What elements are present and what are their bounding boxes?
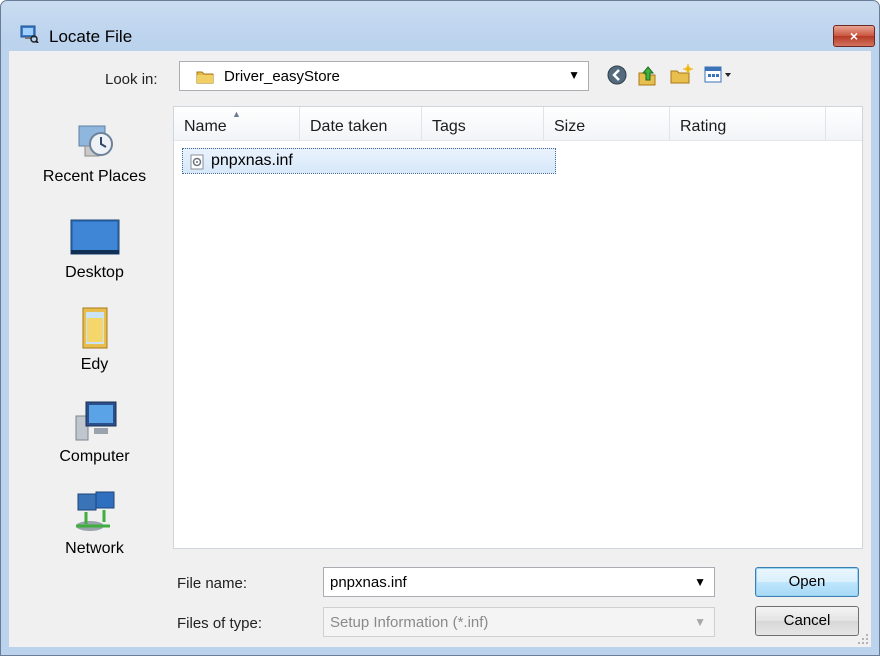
window-title: Locate File — [49, 27, 133, 46]
place-recent-places[interactable]: Recent Places — [17, 116, 172, 186]
column-header-filler — [826, 107, 862, 141]
resize-grip-icon[interactable] — [857, 633, 869, 645]
recent-places-icon — [78, 125, 113, 157]
folder-icon — [196, 71, 214, 84]
back-icon[interactable] — [605, 63, 629, 87]
close-button[interactable]: × — [833, 25, 875, 47]
place-label: Computer — [59, 448, 130, 465]
dialog-body: Look in: Driver_easyStore ▼ Recent Place… — [9, 51, 871, 647]
sort-ascending-icon: ▲ — [232, 109, 241, 119]
place-label: Network — [65, 540, 124, 557]
column-header-size[interactable]: Size — [544, 107, 670, 141]
place-desktop[interactable]: Desktop — [17, 216, 172, 282]
file-list[interactable]: ▲ Name Date taken Tags Size Rating pnpxn… — [173, 106, 863, 549]
file-name: pnpxnas.inf — [211, 152, 293, 169]
user-folder-icon — [82, 307, 107, 349]
place-network[interactable]: Network — [17, 490, 172, 558]
places-bar: Recent Places Desktop Edy Computer Netwo… — [17, 106, 172, 641]
place-label: Edy — [80, 356, 109, 373]
place-label: Desktop — [65, 264, 124, 281]
file-name-value: pnpxnas.inf — [330, 574, 407, 591]
place-label: Recent Places — [42, 168, 147, 185]
place-computer[interactable]: Computer — [17, 396, 172, 466]
file-type-select[interactable]: Setup Information (*.inf) ▼ — [323, 607, 715, 637]
network-icon — [75, 491, 114, 531]
column-header-date-taken[interactable]: Date taken — [300, 107, 422, 141]
chevron-down-icon: ▼ — [694, 615, 706, 629]
views-menu-icon[interactable] — [703, 63, 735, 87]
close-icon: × — [849, 28, 859, 44]
look-in-label: Look in: — [105, 71, 158, 88]
desktop-icon — [70, 219, 119, 255]
column-header-rating[interactable]: Rating — [670, 107, 826, 141]
file-type-value: Setup Information (*.inf) — [330, 614, 489, 631]
computer-icon — [75, 401, 116, 441]
cancel-button[interactable]: Cancel — [755, 606, 859, 636]
look-in-dropdown[interactable]: Driver_easyStore ▼ — [179, 61, 589, 91]
locate-file-dialog: Locate File × Look in: Driver_easyStore … — [0, 0, 880, 656]
inf-file-icon — [190, 154, 204, 170]
column-header-name[interactable]: ▲ Name — [174, 107, 300, 141]
file-row[interactable]: pnpxnas.inf — [182, 148, 556, 174]
file-name-input[interactable]: pnpxnas.inf ▼ — [323, 567, 715, 597]
file-type-label: Files of type: — [177, 615, 263, 632]
place-edy[interactable]: Edy — [17, 304, 172, 374]
up-folder-icon[interactable] — [635, 63, 659, 87]
new-folder-icon[interactable] — [669, 63, 693, 87]
chevron-down-icon[interactable]: ▼ — [694, 575, 706, 589]
locate-file-icon — [20, 25, 39, 43]
open-button[interactable]: Open — [755, 567, 859, 597]
file-name-label: File name: — [177, 575, 248, 592]
chevron-down-icon[interactable]: ▼ — [568, 68, 580, 82]
title-bar[interactable]: Locate File × — [1, 1, 879, 47]
column-header-tags[interactable]: Tags — [422, 107, 544, 141]
look-in-value: Driver_easyStore — [224, 68, 340, 85]
